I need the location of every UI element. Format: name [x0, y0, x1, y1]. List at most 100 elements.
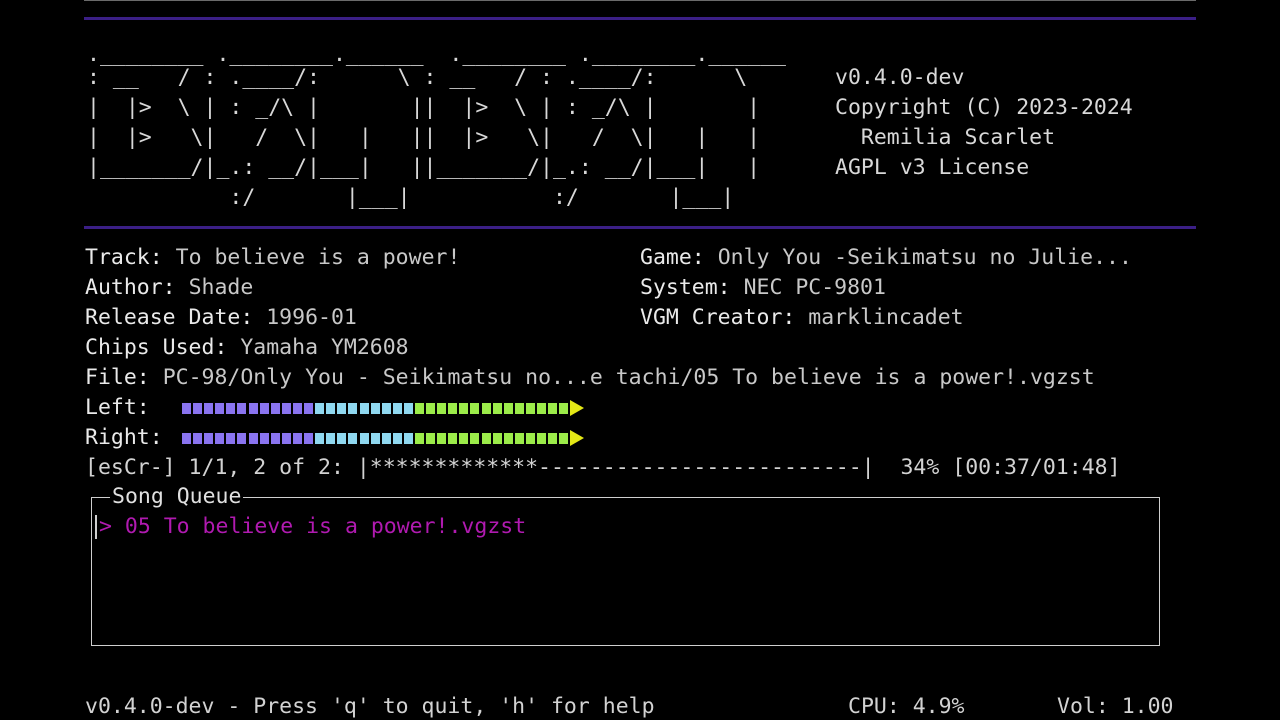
creator-label: VGM Creator:: [640, 305, 796, 330]
meter-segment: [403, 402, 413, 414]
header-top-rule: [84, 17, 1196, 20]
meter-segment: [559, 432, 569, 444]
queue-cursor: [95, 515, 97, 539]
meter-segment: [492, 432, 502, 444]
license-text: AGPL v3 License: [835, 155, 1030, 180]
meter-segment: [281, 432, 291, 444]
right-meter-label: Right:: [85, 425, 163, 450]
meter-segment: [426, 432, 436, 444]
chips-row: Chips Used: Yamaha YM2608: [85, 333, 409, 363]
meter-segment: [426, 402, 436, 414]
meter-segment: [337, 402, 347, 414]
meter-segment: [548, 432, 558, 444]
meter-segment: [304, 402, 314, 414]
meter-segment: [182, 402, 191, 414]
meter-segment: [348, 402, 358, 414]
meter-segment: [259, 402, 269, 414]
chips-label: Chips Used:: [85, 335, 228, 360]
meter-segment: [281, 402, 291, 414]
system-label: System:: [640, 275, 731, 300]
meter-segment: [359, 432, 369, 444]
file-path: PC-98/Only You - Seikimatsu no...e tachi…: [162, 365, 1095, 390]
creator-value: marklincadet: [808, 305, 964, 330]
release-date-label: Release Date:: [85, 305, 254, 330]
meter-segment: [403, 432, 413, 444]
file-row: File: PC-98/Only You - Seikimatsu no...e…: [85, 363, 1095, 393]
meter-segment: [226, 432, 236, 444]
chips-value: Yamaha YM2608: [240, 335, 409, 360]
meter-peak-arrow: [570, 430, 585, 446]
meter-segment: [292, 432, 302, 444]
meter-segment: [514, 402, 524, 414]
header-bottom-rule: [84, 226, 1196, 229]
author-label: Author:: [85, 275, 176, 300]
meter-segment: [237, 402, 247, 414]
app-version: v0.4.0-dev: [835, 65, 965, 90]
top-edge: [84, 0, 1196, 1]
meter-segment: [193, 402, 203, 414]
left-channel-meter: [182, 393, 585, 423]
left-meter-row: Left:: [85, 393, 585, 423]
release-date-row: Release Date: 1996-01: [85, 303, 357, 333]
meter-segment: [304, 432, 314, 444]
creator-row: VGM Creator: marklincadet: [640, 303, 964, 333]
meter-segment: [226, 402, 236, 414]
logo-line: : __ / : .____/: \ : __ / : .____/: \: [87, 65, 748, 90]
meter-segment: [381, 402, 391, 414]
meter-segment: [237, 432, 247, 444]
meter-segment: [481, 402, 491, 414]
cpu-usage: CPU: 4.9%: [848, 694, 965, 719]
meter-segment: [503, 432, 513, 444]
meter-segment: [470, 432, 480, 444]
logo-line: | |> \| / \| | || |> \| / \| | |: [87, 125, 761, 150]
right-meter-row: Right:: [85, 423, 585, 453]
meter-segment: [204, 402, 214, 414]
meter-segment: [437, 432, 447, 444]
meter-segment: [448, 432, 458, 444]
meter-segment: [315, 432, 325, 444]
help-text: v0.4.0-dev - Press 'q' to quit, 'h' for …: [85, 694, 655, 719]
meter-segment: [348, 432, 358, 444]
author-row: Author: Shade: [85, 273, 253, 303]
meter-segment: [370, 432, 380, 444]
song-queue-title: Song Queue: [110, 482, 244, 512]
meter-segment: [448, 402, 458, 414]
right-gutter: [1197, 0, 1280, 720]
playback-progress[interactable]: [esCr-] 1/1, 2 of 2: |*************-----…: [85, 453, 1121, 483]
queue-item-selected[interactable]: > 05 To believe is a power!.vgzst: [99, 512, 526, 542]
copyright-text: Copyright (C) 2023-2024: [835, 95, 1133, 120]
release-date-value: 1996-01: [266, 305, 357, 330]
author-credit: Remilia Scarlet: [835, 125, 1056, 150]
game-value: Only You -Seikimatsu no Julie...: [717, 245, 1132, 270]
meter-segment: [182, 432, 191, 444]
meter-segment: [292, 402, 302, 414]
meter-segment: [326, 432, 336, 444]
left-gutter: [0, 0, 84, 720]
meter-segment: [537, 432, 546, 444]
meter-segment: [370, 402, 380, 414]
logo-line: :/ |___| :/ |___|: [87, 185, 735, 210]
meter-segment: [459, 432, 469, 444]
right-channel-meter: [182, 423, 585, 453]
meter-segment: [270, 402, 280, 414]
system-value: NEC PC-9801: [743, 275, 886, 300]
track-title: To believe is a power!: [175, 245, 461, 270]
meter-segment: [481, 432, 491, 444]
meter-segment: [503, 402, 513, 414]
meter-segment: [259, 432, 269, 444]
track-label: Track:: [85, 245, 163, 270]
meter-segment: [414, 432, 424, 444]
track-row: Track: To believe is a power!: [85, 243, 460, 273]
meter-segment: [215, 402, 225, 414]
meter-segment: [548, 402, 558, 414]
meter-segment: [359, 402, 369, 414]
meter-segment: [248, 402, 258, 414]
meter-segment: [437, 402, 447, 414]
meter-segment: [193, 432, 203, 444]
game-label: Game:: [640, 245, 705, 270]
logo-line: |_______/|_.: __/|___| ||_______/|_.: __…: [87, 155, 761, 180]
file-label: File:: [85, 365, 150, 390]
meter-segment: [514, 432, 524, 444]
meter-segment: [215, 432, 225, 444]
meter-segment: [392, 432, 402, 444]
